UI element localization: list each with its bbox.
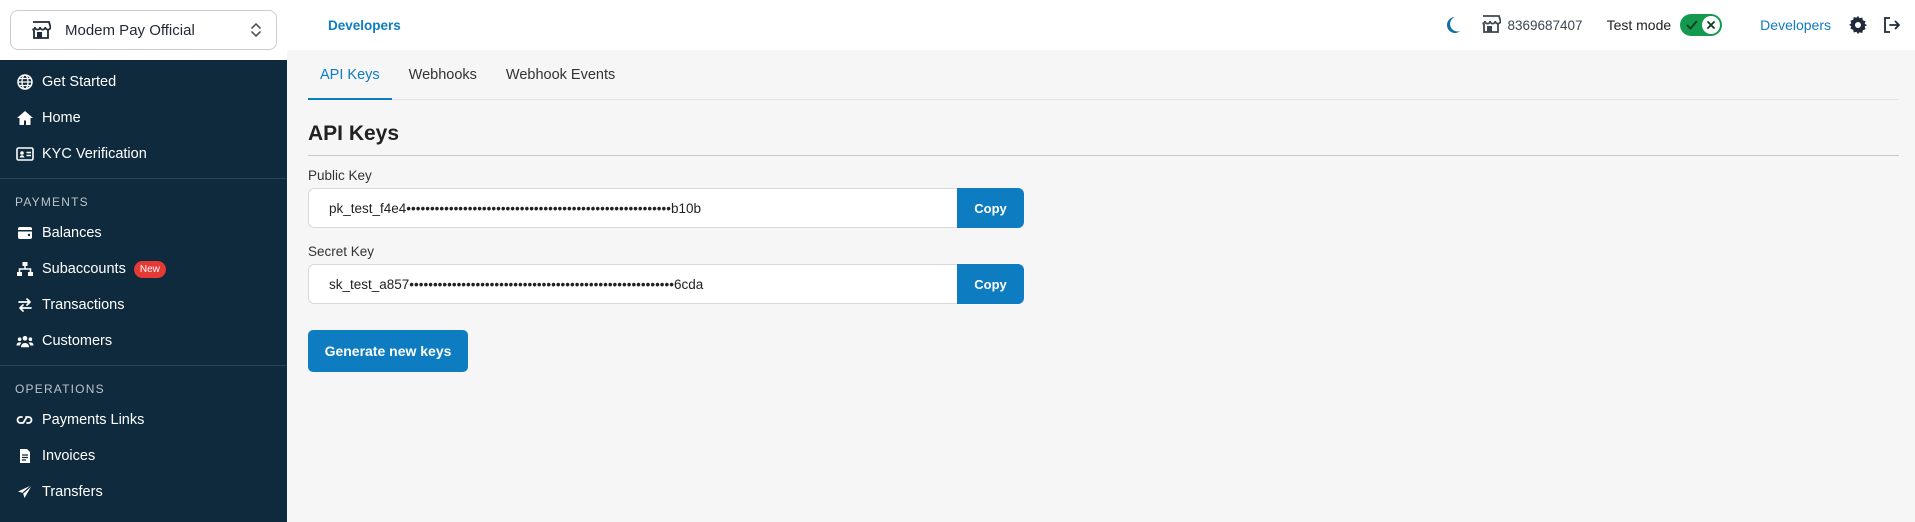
tab-webhooks[interactable]: Webhooks xyxy=(397,50,489,100)
public-key-input[interactable] xyxy=(308,188,957,228)
arrows-exchange-icon xyxy=(16,296,34,314)
sidebar-section-payments: PAYMENTS xyxy=(15,195,89,209)
sidebar: Modem Pay Official Get Started Home KYC … xyxy=(0,0,287,522)
public-key-label: Public Key xyxy=(308,168,372,183)
copy-public-key-button[interactable]: Copy xyxy=(957,188,1024,228)
sidebar-item-get-started[interactable]: Get Started xyxy=(0,64,287,100)
store-name: Modem Pay Official xyxy=(65,21,195,39)
chevron-up-down-icon xyxy=(250,22,262,38)
page-title: API Keys xyxy=(308,122,1899,156)
check-icon xyxy=(1686,18,1698,36)
store-icon xyxy=(1481,14,1507,36)
sidebar-item-label: Transfers xyxy=(42,484,103,500)
sitemap-icon xyxy=(16,260,34,278)
sidebar-item-transfers[interactable]: Transfers xyxy=(0,474,287,510)
link-icon xyxy=(16,411,34,429)
sidebar-divider xyxy=(0,365,287,366)
globe-icon xyxy=(16,73,34,91)
users-icon xyxy=(16,332,34,350)
sidebar-item-label: Home xyxy=(42,110,81,126)
gear-icon[interactable] xyxy=(1849,16,1867,34)
sidebar-divider xyxy=(0,178,287,179)
test-mode-label: Test mode xyxy=(1606,17,1672,33)
store-icon xyxy=(31,21,51,39)
sidebar-item-label: Balances xyxy=(42,225,102,241)
sidebar-item-transactions[interactable]: Transactions xyxy=(0,287,287,323)
new-badge: New xyxy=(133,260,166,278)
sidebar-item-customers[interactable]: Customers xyxy=(0,323,287,359)
sidebar-header: Modem Pay Official xyxy=(0,0,287,60)
paper-plane-icon xyxy=(16,483,34,501)
moon-icon[interactable] xyxy=(1445,16,1461,34)
sidebar-section-operations: OPERATIONS xyxy=(15,382,105,396)
store-phone[interactable]: 8369687407 xyxy=(1481,14,1583,36)
sidebar-item-label: Transactions xyxy=(42,297,125,313)
sidebar-item-label: Customers xyxy=(42,333,113,349)
sidebar-item-payments-links[interactable]: Payments Links xyxy=(0,402,287,438)
breadcrumb[interactable]: Developers xyxy=(328,18,401,33)
tab-webhook-events[interactable]: Webhook Events xyxy=(494,50,627,100)
sidebar-item-label: Invoices xyxy=(42,448,96,464)
tab-api-keys[interactable]: API Keys xyxy=(308,50,392,100)
main-content: API Keys Webhooks Webhook Events API Key… xyxy=(287,50,1915,522)
store-switcher[interactable]: Modem Pay Official xyxy=(10,10,277,50)
sidebar-item-label: Subaccounts xyxy=(42,261,126,277)
developer-tabs: API Keys Webhooks Webhook Events xyxy=(308,50,1899,100)
top-bar: Developers 8369687407 Test mode Develope… xyxy=(287,0,1915,50)
sidebar-item-invoices[interactable]: Invoices xyxy=(0,438,287,474)
toggle-knob xyxy=(1702,16,1721,34)
sidebar-item-balances[interactable]: Balances xyxy=(0,215,287,251)
invoice-icon xyxy=(16,447,34,465)
sidebar-item-subaccounts[interactable]: Subaccounts New xyxy=(0,251,287,287)
sidebar-item-label: Payments Links xyxy=(42,412,145,428)
topbar-actions: 8369687407 Test mode Developers xyxy=(1445,0,1915,50)
home-icon xyxy=(16,109,34,127)
secret-key-input[interactable] xyxy=(308,264,957,304)
id-card-icon xyxy=(16,145,34,163)
copy-secret-key-button[interactable]: Copy xyxy=(957,264,1024,304)
logout-icon[interactable] xyxy=(1883,16,1901,34)
sidebar-nav: Get Started Home KYC Verification PAYMEN… xyxy=(0,60,287,510)
secret-key-label: Secret Key xyxy=(308,244,375,259)
sidebar-item-label: KYC Verification xyxy=(42,146,147,162)
sidebar-item-home[interactable]: Home xyxy=(0,100,287,136)
phone-number: 8369687407 xyxy=(1507,17,1583,33)
sidebar-item-kyc-verification[interactable]: KYC Verification xyxy=(0,136,287,172)
generate-new-keys-button[interactable]: Generate new keys xyxy=(308,330,468,372)
close-icon xyxy=(1707,21,1716,29)
public-key-row: Copy xyxy=(308,188,1024,228)
test-mode-toggle[interactable] xyxy=(1680,14,1723,36)
secret-key-row: Copy xyxy=(308,264,1024,304)
sidebar-item-label: Get Started xyxy=(42,74,117,90)
developers-link[interactable]: Developers xyxy=(1760,17,1831,33)
wallet-icon xyxy=(16,224,34,242)
